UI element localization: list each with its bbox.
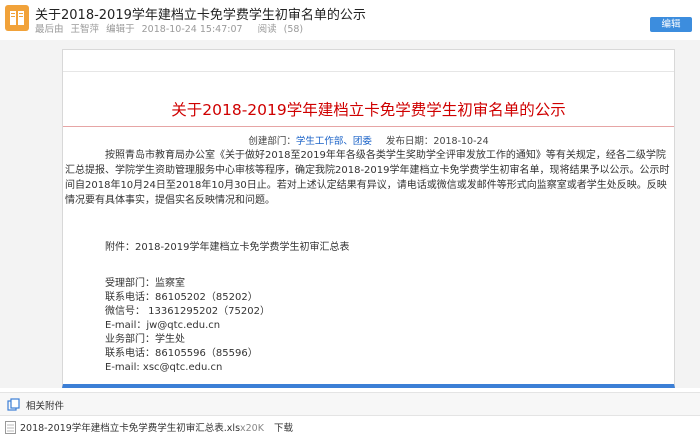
meta-reads-label: 阅读 <box>257 24 277 35</box>
document-icon <box>5 5 29 31</box>
document-info: 创建部门：学生工作部、团委 发布日期：2018-10-24 <box>63 133 674 147</box>
edit-button[interactable]: 编辑 <box>650 17 692 32</box>
contact-info: 受理部门：监察室 联系电话：86105202（85202） 微信号： 13361… <box>105 277 270 375</box>
meta-edit-label: 编辑于 <box>106 24 135 35</box>
contact-line: 业务部门：学生处 <box>105 334 185 345</box>
contact-line: E-mail：jw@qtc.edu.cn <box>105 320 221 331</box>
page-header: 关于2018-2019学年建档立卡免学费学生初审名单的公示 最后由 王智萍 编辑… <box>0 0 700 38</box>
paper-divider <box>63 71 674 72</box>
meta-author: 王智萍 <box>70 24 100 35</box>
contact-line: 受理部门：监察室 <box>105 278 185 289</box>
attachment-reference: 附件：2018-2019学年建档立卡免学费学生初审汇总表 <box>105 242 350 253</box>
notice-body: 按照青岛市教育局办公室《关于做好2018至2019年年各级各类学生奖助学全评审发… <box>65 150 670 206</box>
publish-label: 发布日期： <box>385 136 434 147</box>
download-link[interactable]: 下载 <box>274 420 293 434</box>
publish-date: 2018-10-24 <box>433 136 489 147</box>
contact-line: 联系电话：86105202（85202） <box>105 292 258 303</box>
file-name-text: 2018-2019学年建档立卡免学费学生初审汇总表.xls <box>20 423 241 434</box>
creator-dept-link[interactable]: 学生工作部、团委 <box>296 136 372 147</box>
contact-line: 微信号： 13361295202（75202） <box>105 306 270 317</box>
meta-author-label: 最后由 <box>35 24 64 35</box>
contact-line: E-mail: xsc@qtc.edu.cn <box>105 362 223 373</box>
title-divider <box>63 126 674 127</box>
attachment-file-name[interactable]: 2018-2019学年建档立卡免学费学生初审汇总表.xlsx20K <box>20 420 264 434</box>
creator-label: 创建部门： <box>248 136 296 147</box>
document-paper: 关于2018-2019学年建档立卡免学费学生初审名单的公示 创建部门：学生工作部… <box>62 49 675 388</box>
document-viewer: 关于2018-2019学年建档立卡免学费学生初审名单的公示 创建部门：学生工作部… <box>0 40 700 388</box>
notice-title: 关于2018-2019学年建档立卡免学费学生初审名单的公示 <box>171 101 566 119</box>
contact-line: 联系电话：86105596（85596） <box>105 348 258 359</box>
related-attachments-bar: 相关附件 <box>0 392 700 416</box>
meta-reads: (58) <box>283 24 304 35</box>
attachment-file-row: 2018-2019学年建档立卡免学费学生初审汇总表.xlsx20K 下载 <box>0 416 700 435</box>
file-icon <box>5 419 16 438</box>
page-meta: 最后由 王智萍 编辑于 2018-10-24 15:47:07 阅读 (58) <box>35 21 307 35</box>
meta-edit-time: 2018-10-24 15:47:07 <box>141 24 243 35</box>
file-size: x20K <box>240 423 264 434</box>
related-attachments-label: 相关附件 <box>26 401 65 412</box>
attachment-icon <box>7 397 21 416</box>
